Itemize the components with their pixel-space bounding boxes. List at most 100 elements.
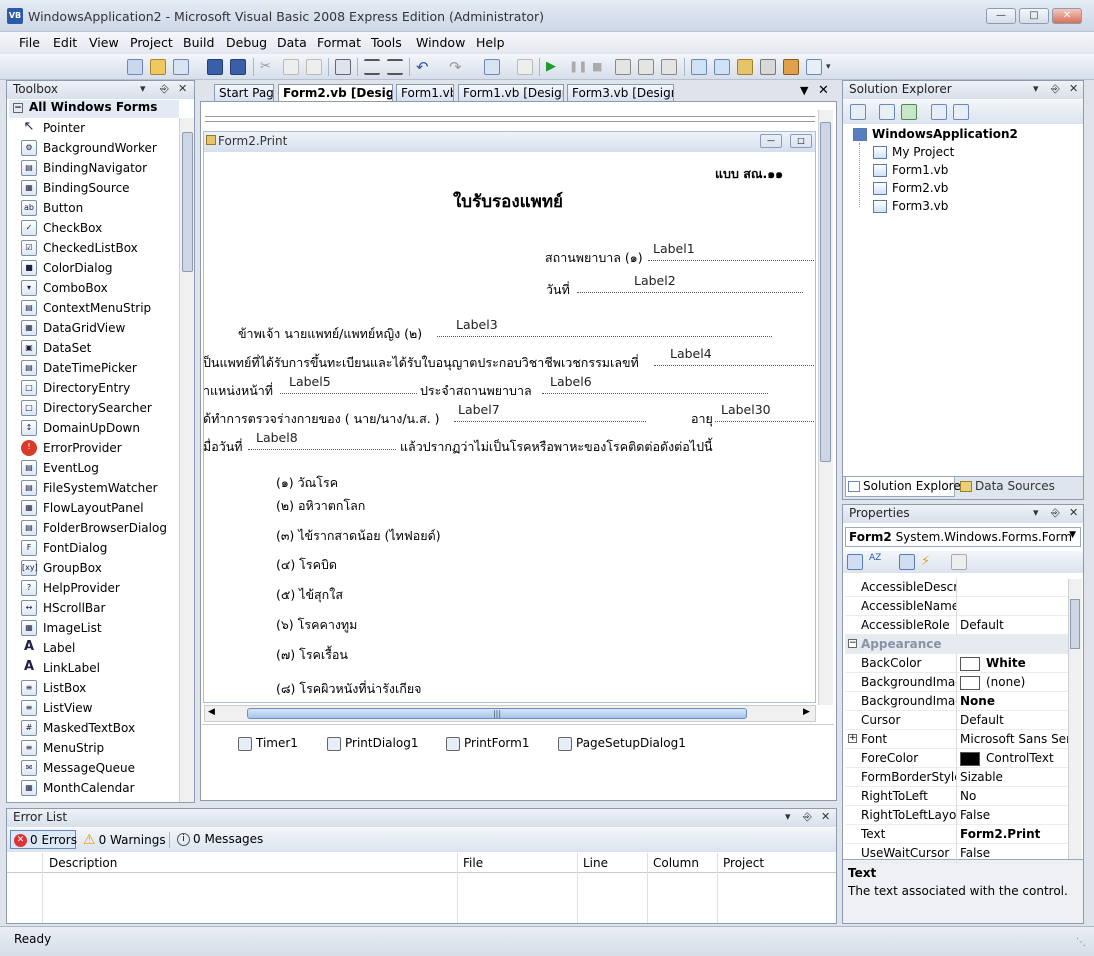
toolbox-item-fontdialog[interactable]: F FontDialog bbox=[7, 538, 182, 558]
toolbox-item-directoryentry[interactable]: □ DirectoryEntry bbox=[7, 378, 182, 398]
close-document-icon[interactable]: ✕ bbox=[818, 83, 829, 98]
view-code-icon[interactable] bbox=[931, 104, 947, 120]
solution-explorer-icon[interactable] bbox=[714, 59, 730, 75]
errors-filter-button[interactable]: ✕ 0 Errors bbox=[10, 830, 77, 849]
stop-debugging-icon[interactable]: ■ bbox=[592, 59, 608, 75]
minimize-button[interactable]: — bbox=[986, 8, 1016, 24]
tree-form1[interactable]: Form1.vb bbox=[873, 163, 948, 177]
menu-tools[interactable]: Tools bbox=[371, 35, 402, 50]
form2-window[interactable]: Form2.Print — □ แบบ สณ.๑๑ ใบรับรองแพทย์ … bbox=[203, 131, 816, 703]
property-value[interactable]: ControlText bbox=[960, 751, 1068, 766]
toolbox-item-datagridview[interactable]: ▦ DataGridView bbox=[7, 318, 182, 338]
form-minimize-icon[interactable]: — bbox=[760, 134, 782, 148]
property-value[interactable]: Microsoft Sans Serif, bbox=[960, 732, 1068, 746]
menu-project[interactable]: Project bbox=[130, 35, 173, 50]
property-row-righttoleftlayou[interactable]: RightToLeftLayou False bbox=[845, 806, 1068, 825]
toolbox-item-listbox[interactable]: ≡ ListBox bbox=[7, 678, 182, 698]
step-out-icon[interactable] bbox=[661, 59, 677, 75]
cut-icon[interactable]: ✂ bbox=[260, 59, 276, 75]
col-project[interactable]: Project bbox=[723, 856, 764, 870]
tray-printdialog1[interactable]: PrintDialog1 bbox=[327, 736, 418, 751]
property-row-font[interactable]: + Font Microsoft Sans Serif, bbox=[845, 730, 1068, 749]
scroll-right-icon[interactable]: ▶ bbox=[803, 707, 810, 717]
toolbox-item-errorprovider[interactable]: ! ErrorProvider bbox=[7, 438, 182, 458]
menu-edit[interactable]: Edit bbox=[53, 35, 77, 50]
toolbox-item-flowlayoutpanel[interactable]: ▦ FlowLayoutPanel bbox=[7, 498, 182, 518]
label6[interactable]: Label6 bbox=[550, 374, 592, 389]
property-value[interactable]: None bbox=[960, 694, 1068, 708]
expand-icon[interactable]: + bbox=[848, 734, 857, 743]
toolbox-item-maskedtextbox[interactable]: # MaskedTextBox bbox=[7, 718, 182, 738]
property-value[interactable]: False bbox=[960, 846, 1068, 860]
toolbar-options-icon[interactable]: ▾ bbox=[826, 59, 836, 75]
tray-timer1[interactable]: Timer1 bbox=[238, 736, 298, 751]
window-position-icon[interactable]: ▾ bbox=[1033, 82, 1039, 95]
collapse-icon[interactable]: − bbox=[848, 639, 857, 648]
toolbox-item-pointer[interactable]: ↖ Pointer bbox=[7, 118, 182, 138]
toolbox-item-checkbox[interactable]: ✓ CheckBox bbox=[7, 218, 182, 238]
properties-window-icon[interactable] bbox=[737, 59, 753, 75]
tray-pagesetupdialog1[interactable]: PageSetupDialog1 bbox=[558, 736, 686, 751]
toolbox-item-monthcalendar[interactable]: ▦ MonthCalendar bbox=[7, 778, 182, 798]
toolbox-group-all-windows-forms[interactable]: − All Windows Forms bbox=[9, 100, 179, 118]
tree-form3[interactable]: Form3.vb bbox=[873, 199, 948, 213]
menu-build[interactable]: Build bbox=[183, 35, 214, 50]
toolbox-item-domainupdown[interactable]: ↕ DomainUpDown bbox=[7, 418, 182, 438]
property-row-accessibledescrip[interactable]: AccessibleDescrip bbox=[845, 578, 1068, 597]
save-all-icon[interactable] bbox=[230, 59, 246, 75]
start-page-icon[interactable] bbox=[806, 59, 822, 75]
close-panel-icon[interactable]: ✕ bbox=[821, 810, 830, 823]
tab-form2-design[interactable]: Form2.vb [Design]* bbox=[278, 84, 393, 102]
close-button[interactable]: ✕ bbox=[1052, 8, 1082, 24]
tab-solution-explorer[interactable]: Solution Explorer bbox=[845, 477, 966, 497]
menu-file[interactable]: File bbox=[19, 35, 40, 50]
step-over-icon[interactable] bbox=[638, 59, 654, 75]
resize-grip-icon[interactable]: ⋱ bbox=[1076, 937, 1086, 948]
property-value[interactable]: False bbox=[960, 808, 1068, 822]
open-folder-icon[interactable] bbox=[150, 59, 166, 75]
pin-icon[interactable]: ⎆ bbox=[160, 82, 169, 96]
add-project-icon[interactable] bbox=[127, 59, 143, 75]
toolbox-item-directorysearcher[interactable]: □ DirectorySearcher bbox=[7, 398, 182, 418]
collapse-icon[interactable]: − bbox=[13, 103, 23, 113]
close-panel-icon[interactable]: ✕ bbox=[178, 82, 187, 95]
designer-vscrollbar[interactable] bbox=[818, 110, 833, 705]
navigate-back-icon[interactable] bbox=[484, 59, 500, 75]
toolbox-item-linklabel[interactable]: A LinkLabel bbox=[7, 658, 182, 678]
property-row-accessiblerole[interactable]: AccessibleRole Default bbox=[845, 616, 1068, 635]
property-value[interactable]: White bbox=[960, 656, 1068, 671]
property-row-formborderstyle[interactable]: FormBorderStyle Sizable bbox=[845, 768, 1068, 787]
undo-icon[interactable]: ↶ bbox=[416, 59, 432, 75]
col-file[interactable]: File bbox=[463, 856, 483, 870]
tab-form1-vb[interactable]: Form1.vb bbox=[396, 84, 454, 101]
tab-form3-design[interactable]: Form3.vb [Design] bbox=[567, 84, 674, 101]
col-description[interactable]: Description bbox=[49, 856, 117, 870]
toolbox-item-messagequeue[interactable]: ✉ MessageQueue bbox=[7, 758, 182, 778]
toolbox-item-hscrollbar[interactable]: ↔ HScrollBar bbox=[7, 598, 182, 618]
redo-icon[interactable]: ↷ bbox=[449, 59, 465, 75]
toolbox-item-eventlog[interactable]: ▤ EventLog bbox=[7, 458, 182, 478]
warnings-filter-button[interactable]: ⚠ 0 Warnings bbox=[83, 832, 166, 848]
save-icon[interactable] bbox=[207, 59, 223, 75]
label4[interactable]: Label4 bbox=[670, 346, 712, 361]
property-value[interactable]: Form2.Print bbox=[960, 827, 1068, 841]
window-position-icon[interactable]: ▾ bbox=[140, 82, 146, 95]
toolbox-item-contextmenustrip[interactable]: ▤ ContextMenuStrip bbox=[7, 298, 182, 318]
tree-project[interactable]: WindowsApplication2 bbox=[853, 127, 1018, 141]
property-row-cursor[interactable]: Cursor Default bbox=[845, 711, 1068, 730]
toolbox-item-filesystemwatcher[interactable]: ▤ FileSystemWatcher bbox=[7, 478, 182, 498]
label7[interactable]: Label7 bbox=[458, 402, 500, 417]
pin-icon[interactable]: ⎆ bbox=[1051, 506, 1060, 520]
paste-icon[interactable] bbox=[306, 59, 322, 75]
designer-hscrollbar[interactable]: ◀ ||| ▶ bbox=[204, 705, 816, 722]
pin-icon[interactable]: ⎆ bbox=[1051, 82, 1060, 96]
form-maximize-icon[interactable]: □ bbox=[790, 134, 812, 148]
toolbox-item-imagelist[interactable]: ▦ ImageList bbox=[7, 618, 182, 638]
close-panel-icon[interactable]: ✕ bbox=[1069, 82, 1078, 95]
label5[interactable]: Label5 bbox=[289, 374, 331, 389]
property-category-appearance[interactable]: − Appearance bbox=[845, 635, 1068, 654]
properties-view-icon[interactable] bbox=[899, 554, 915, 570]
menu-format[interactable]: Format bbox=[317, 35, 361, 50]
property-row-forecolor[interactable]: ForeColor ControlText bbox=[845, 749, 1068, 768]
toolbox-item-button[interactable]: ab Button bbox=[7, 198, 182, 218]
